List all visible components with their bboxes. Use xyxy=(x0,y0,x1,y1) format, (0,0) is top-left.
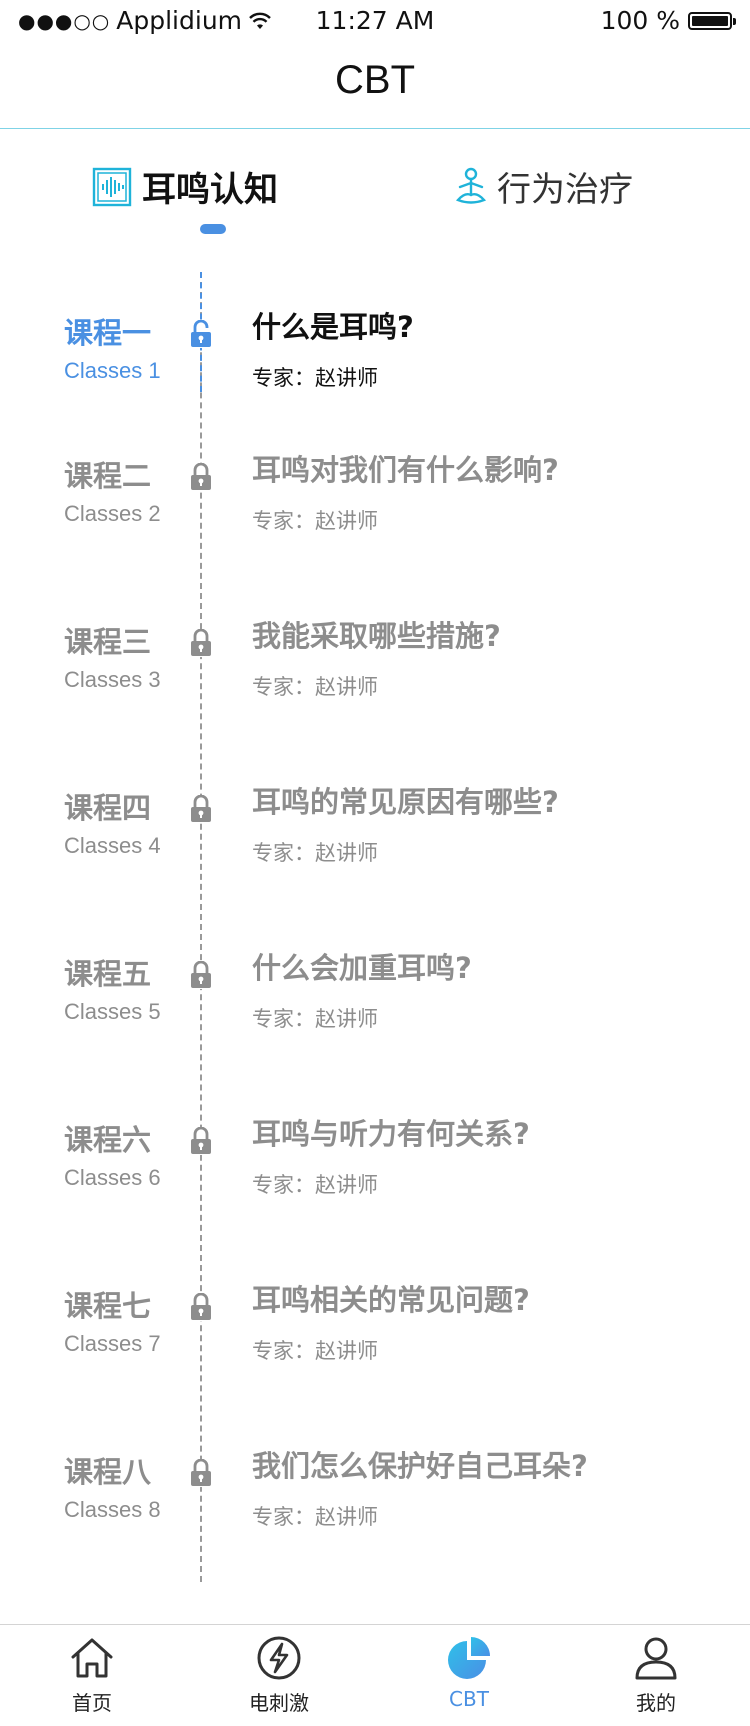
course-expert: 专家：赵讲师 xyxy=(252,1505,378,1529)
meditation-icon xyxy=(455,167,487,204)
lock-icon xyxy=(190,463,212,491)
course-en-label: Classes 6 xyxy=(64,1165,161,1190)
course-name: 课程五 xyxy=(64,957,152,991)
tab-bar-label: 首页 xyxy=(72,1691,112,1715)
tab-tinnitus-cognition[interactable]: 耳鸣认知 xyxy=(92,162,278,211)
soundwave-icon xyxy=(92,167,132,206)
course-name: 课程二 xyxy=(64,459,152,493)
lock-icon xyxy=(190,1127,212,1155)
course-expert: 专家：赵讲师 xyxy=(252,841,378,865)
unlocked-lock-icon xyxy=(190,320,212,348)
battery-icon xyxy=(688,11,736,30)
nav-bar: CBT xyxy=(0,40,750,129)
course-name: 课程六 xyxy=(64,1123,152,1157)
bottom-tab-bar: 首页 电刺激 CBT 我的 xyxy=(0,1624,750,1726)
course-title: 我能采取哪些措施? xyxy=(252,619,501,653)
segment-tabs: 耳鸣认知 行为治疗 xyxy=(0,130,750,240)
tab-behavior-therapy[interactable]: 行为治疗 xyxy=(455,162,633,211)
course-item-8[interactable]: 课程八 Classes 8 我们怎么保护好自己耳朵? 专家：赵讲师 xyxy=(0,1439,750,1569)
course-en-label: Classes 8 xyxy=(64,1497,161,1522)
course-en-label: Classes 1 xyxy=(64,358,161,383)
course-en-label: Classes 7 xyxy=(64,1331,161,1356)
course-expert: 专家：赵讲师 xyxy=(252,509,378,533)
course-item-2[interactable]: 课程二 Classes 2 耳鸣对我们有什么影响? 专家：赵讲师 xyxy=(0,443,750,573)
course-title: 耳鸣相关的常见问题? xyxy=(252,1283,530,1317)
tab-bar-label: 电刺激 xyxy=(249,1691,309,1715)
active-tab-indicator xyxy=(200,224,226,234)
course-title: 什么是耳鸣? xyxy=(252,310,414,344)
lock-icon xyxy=(190,629,212,657)
course-en-label: Classes 4 xyxy=(64,833,161,858)
course-en-label: Classes 5 xyxy=(64,999,161,1024)
course-title: 什么会加重耳鸣? xyxy=(252,951,472,985)
lock-icon xyxy=(190,795,212,823)
course-item-4[interactable]: 课程四 Classes 4 耳鸣的常见原因有哪些? 专家：赵讲师 xyxy=(0,775,750,905)
battery-percent: 100 % xyxy=(600,6,680,35)
course-name: 课程七 xyxy=(64,1289,152,1323)
pie-chart-icon xyxy=(448,1637,490,1679)
course-name: 课程三 xyxy=(64,625,152,659)
course-item-1[interactable]: 课程一 Classes 1 什么是耳鸣? 专家：赵讲师 xyxy=(0,300,750,430)
course-expert: 专家：赵讲师 xyxy=(252,1339,378,1363)
course-name: 课程一 xyxy=(64,316,152,350)
tab-bar-stimulation[interactable]: 电刺激 xyxy=(219,1635,339,1716)
course-name: 课程四 xyxy=(64,791,152,825)
tab-bar-profile[interactable]: 我的 xyxy=(596,1635,716,1716)
course-item-3[interactable]: 课程三 Classes 3 我能采取哪些措施? 专家：赵讲师 xyxy=(0,609,750,739)
course-en-label: Classes 3 xyxy=(64,667,161,692)
course-title: 耳鸣的常见原因有哪些? xyxy=(252,785,559,819)
lock-icon xyxy=(190,1293,212,1321)
course-item-6[interactable]: 课程六 Classes 6 耳鸣与听力有何关系? 专家：赵讲师 xyxy=(0,1107,750,1237)
course-expert: 专家：赵讲师 xyxy=(252,1007,378,1031)
tab-bar-label: CBT xyxy=(449,1687,489,1711)
home-icon xyxy=(71,1638,113,1678)
course-en-label: Classes 2 xyxy=(64,501,161,526)
lightning-icon xyxy=(257,1636,301,1680)
lock-icon xyxy=(190,961,212,989)
tab-label: 耳鸣认知 xyxy=(142,170,278,210)
course-item-7[interactable]: 课程七 Classes 7 耳鸣相关的常见问题? 专家：赵讲师 xyxy=(0,1273,750,1403)
user-icon xyxy=(635,1637,677,1680)
course-expert: 专家：赵讲师 xyxy=(252,1173,378,1197)
course-expert: 专家：赵讲师 xyxy=(252,366,378,390)
lock-icon xyxy=(190,1459,212,1487)
course-title: 我们怎么保护好自己耳朵? xyxy=(252,1449,588,1483)
tab-bar-cbt[interactable]: CBT xyxy=(409,1635,529,1711)
page-title: CBT xyxy=(335,58,415,102)
course-title: 耳鸣与听力有何关系? xyxy=(252,1117,530,1151)
course-title: 耳鸣对我们有什么影响? xyxy=(252,453,559,487)
tab-label: 行为治疗 xyxy=(497,170,633,210)
course-item-5[interactable]: 课程五 Classes 5 什么会加重耳鸣? 专家：赵讲师 xyxy=(0,941,750,1071)
course-name: 课程八 xyxy=(64,1455,152,1489)
status-right: 100 % xyxy=(600,6,736,35)
status-bar: ●●●○○ Applidium 11:27 AM 100 % xyxy=(0,0,750,40)
tab-bar-label: 我的 xyxy=(636,1691,676,1715)
course-expert: 专家：赵讲师 xyxy=(252,675,378,699)
tab-bar-home[interactable]: 首页 xyxy=(32,1635,152,1716)
